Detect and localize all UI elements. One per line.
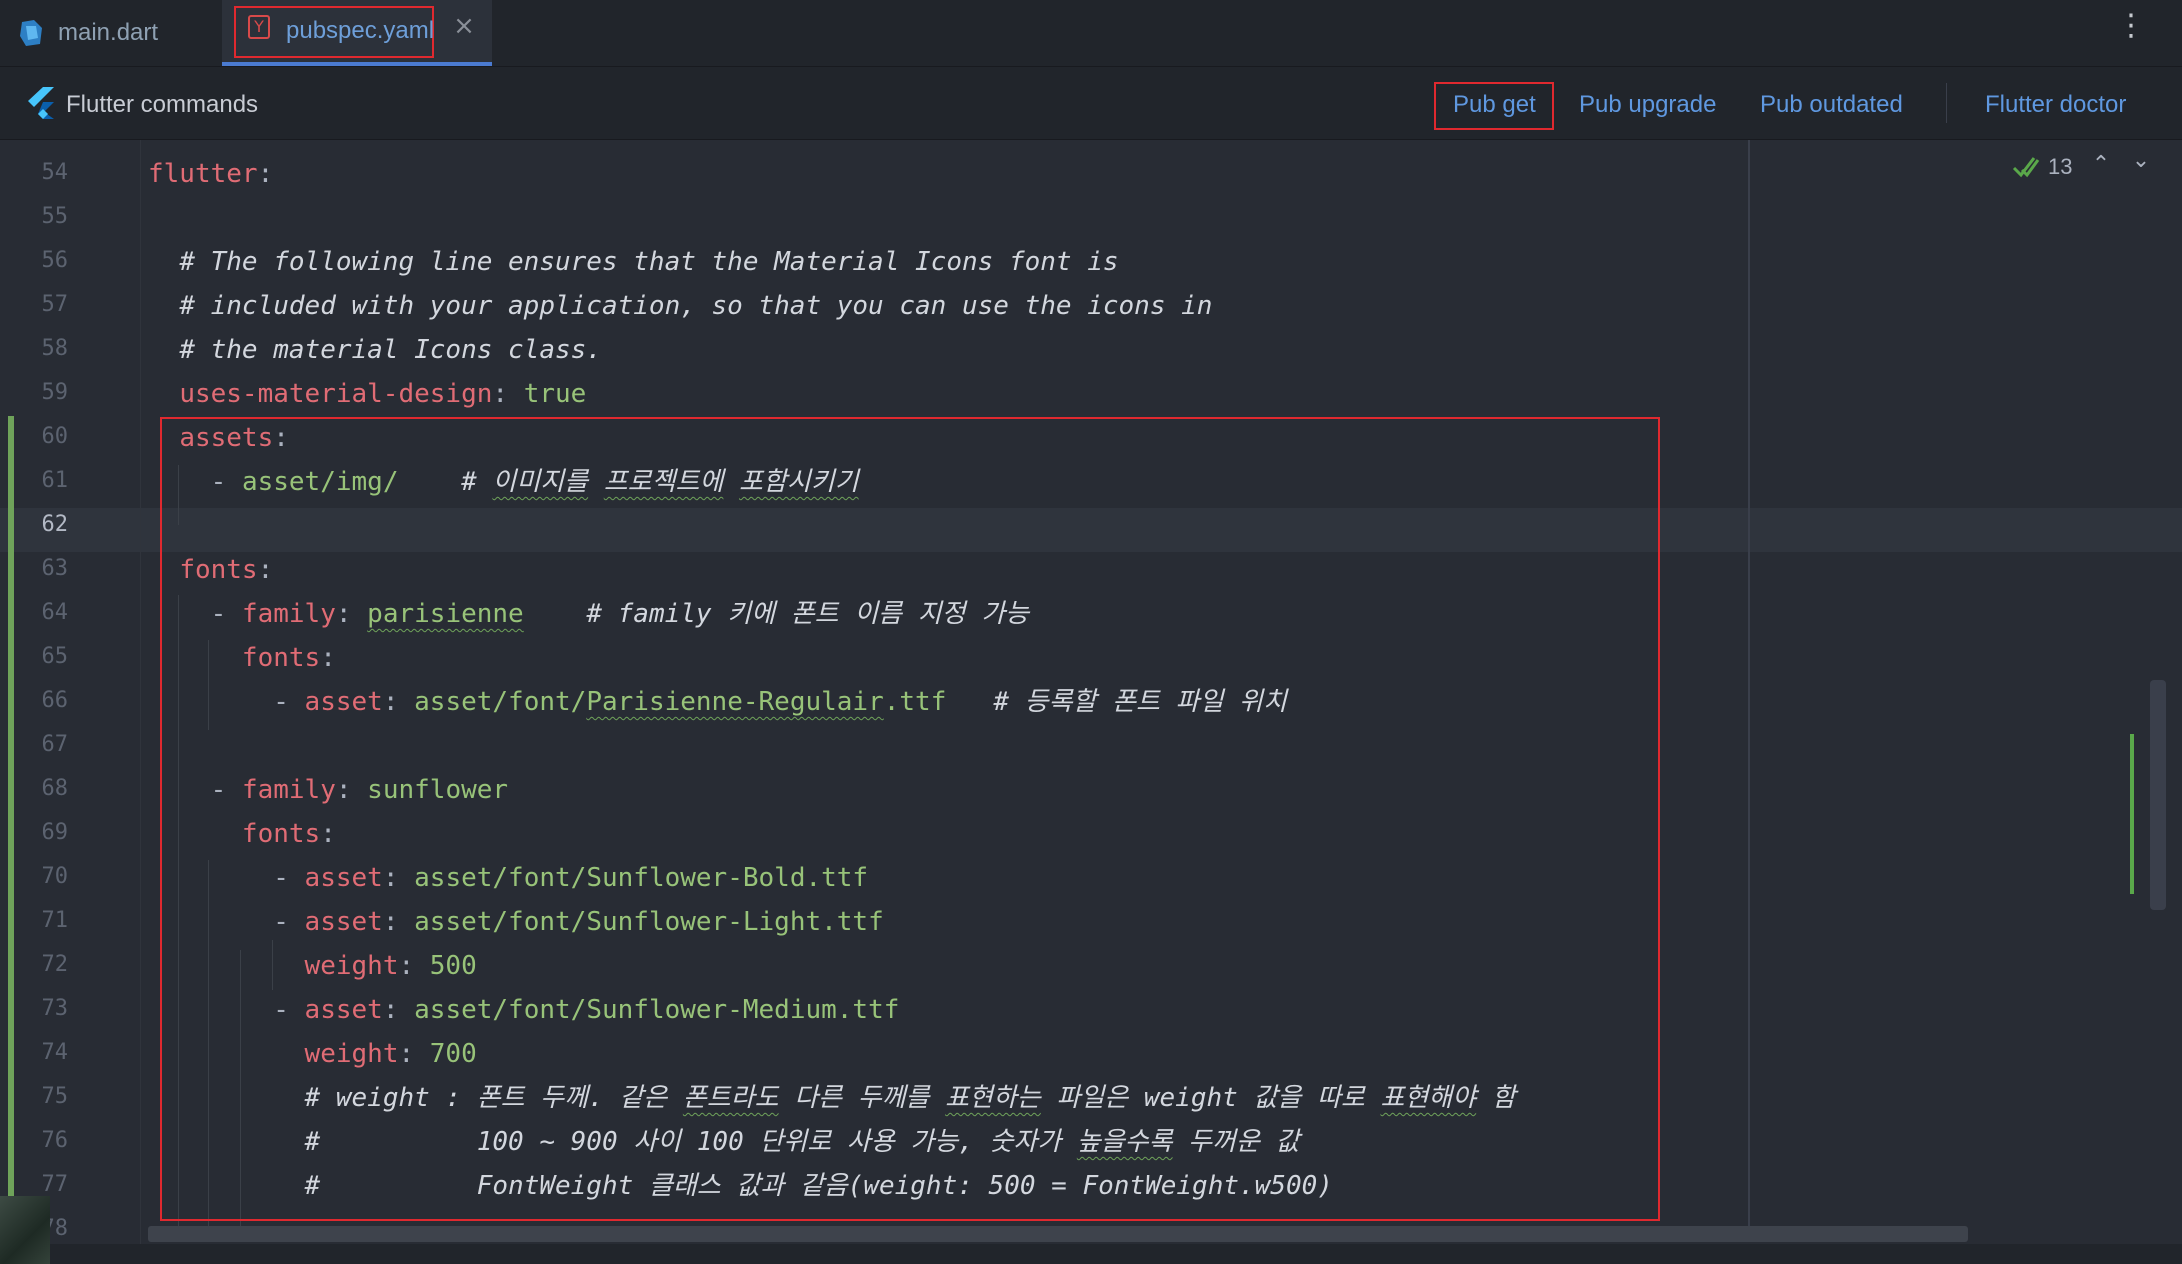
line-number: 66 xyxy=(41,688,69,713)
line-number: 59 xyxy=(41,380,69,405)
inspection-count: 13 xyxy=(2048,154,2073,179)
line-number: 68 xyxy=(41,776,69,801)
editor-tab-bar: main.dart Y pubspec.yaml × ⋮ xyxy=(0,0,2182,67)
previous-highlight-icon[interactable]: ⌃ xyxy=(2088,152,2114,178)
double-check-icon xyxy=(2012,157,2040,178)
active-tab-indicator xyxy=(222,62,492,66)
line-number: 74 xyxy=(41,1040,69,1065)
line-number: 67 xyxy=(41,732,69,757)
line-number: 76 xyxy=(41,1128,69,1153)
more-options-icon[interactable]: ⋮ xyxy=(2116,8,2146,48)
pub-upgrade-button[interactable]: Pub upgrade xyxy=(1579,91,1716,119)
tab-main-dart[interactable]: main.dart xyxy=(18,0,158,66)
line-number: 70 xyxy=(41,864,69,889)
line-number: 57 xyxy=(41,292,69,317)
line-number: 63 xyxy=(41,556,69,581)
line-number: 75 xyxy=(41,1084,69,1109)
vcs-change-marker xyxy=(8,416,14,1196)
toolbar-separator xyxy=(1946,83,1947,123)
line-number-current: 62 xyxy=(41,512,69,537)
next-highlight-icon[interactable]: ⌄ xyxy=(2128,148,2154,174)
right-margin-guide xyxy=(1748,140,1750,1240)
line-number: 60 xyxy=(41,424,69,449)
line-number: 72 xyxy=(41,952,69,977)
line-number: 54 xyxy=(41,160,69,185)
inspection-widget[interactable]: 13 xyxy=(2012,154,2072,180)
line-number-gutter: 54 55 56 57 58 59 60 61 62 63 64 65 66 6… xyxy=(0,140,140,1264)
code-line-59: uses-material-design: true xyxy=(179,379,587,409)
vertical-scrollbar[interactable] xyxy=(2150,680,2166,910)
code-line-56: # The following line ensures that the Ma… xyxy=(179,247,1119,277)
line-number: 56 xyxy=(41,248,69,273)
line-number: 65 xyxy=(41,644,69,669)
line-number: 71 xyxy=(41,908,69,933)
dart-icon xyxy=(20,20,42,46)
code-line-58: # the material Icons class. xyxy=(179,335,602,365)
line-number: 77 xyxy=(41,1172,69,1197)
flutter-logo-icon xyxy=(28,87,54,119)
editor-bottom-strip xyxy=(0,1244,2182,1264)
line-number: 58 xyxy=(41,336,69,361)
change-marker-stripe xyxy=(2130,734,2134,894)
line-number: 61 xyxy=(41,468,69,493)
yaml-file-icon: Y xyxy=(248,15,270,39)
line-number: 73 xyxy=(41,996,69,1021)
pub-outdated-button[interactable]: Pub outdated xyxy=(1760,91,1903,119)
code-line-57: # included with your application, so tha… xyxy=(179,291,1213,321)
close-tab-icon[interactable]: × xyxy=(450,12,478,40)
horizontal-scrollbar[interactable] xyxy=(148,1226,1968,1242)
gutter-divider xyxy=(140,140,141,1264)
pub-get-button[interactable]: Pub get xyxy=(1453,91,1536,119)
flutter-commands-title: Flutter commands xyxy=(66,91,259,118)
highlighted-fonts-assets-box xyxy=(160,417,1660,1221)
line-number: 55 xyxy=(41,204,69,229)
tab-main-dart-label: main.dart xyxy=(58,19,159,46)
line-number: 64 xyxy=(41,600,69,625)
background-thumbnail-image xyxy=(0,1196,50,1264)
line-number: 69 xyxy=(41,820,69,845)
code-editor[interactable]: 54 55 56 57 58 59 60 61 62 63 64 65 66 6… xyxy=(0,140,2182,1264)
flutter-commands-bar: Flutter commands Pub get Pub upgrade Pub… xyxy=(0,67,2182,140)
code-line-54: flutter: xyxy=(148,159,274,189)
tab-pubspec-label: pubspec.yaml xyxy=(286,17,435,44)
tab-pubspec-yaml[interactable]: Y pubspec.yaml × xyxy=(222,0,492,66)
flutter-doctor-button[interactable]: Flutter doctor xyxy=(1985,91,2126,119)
